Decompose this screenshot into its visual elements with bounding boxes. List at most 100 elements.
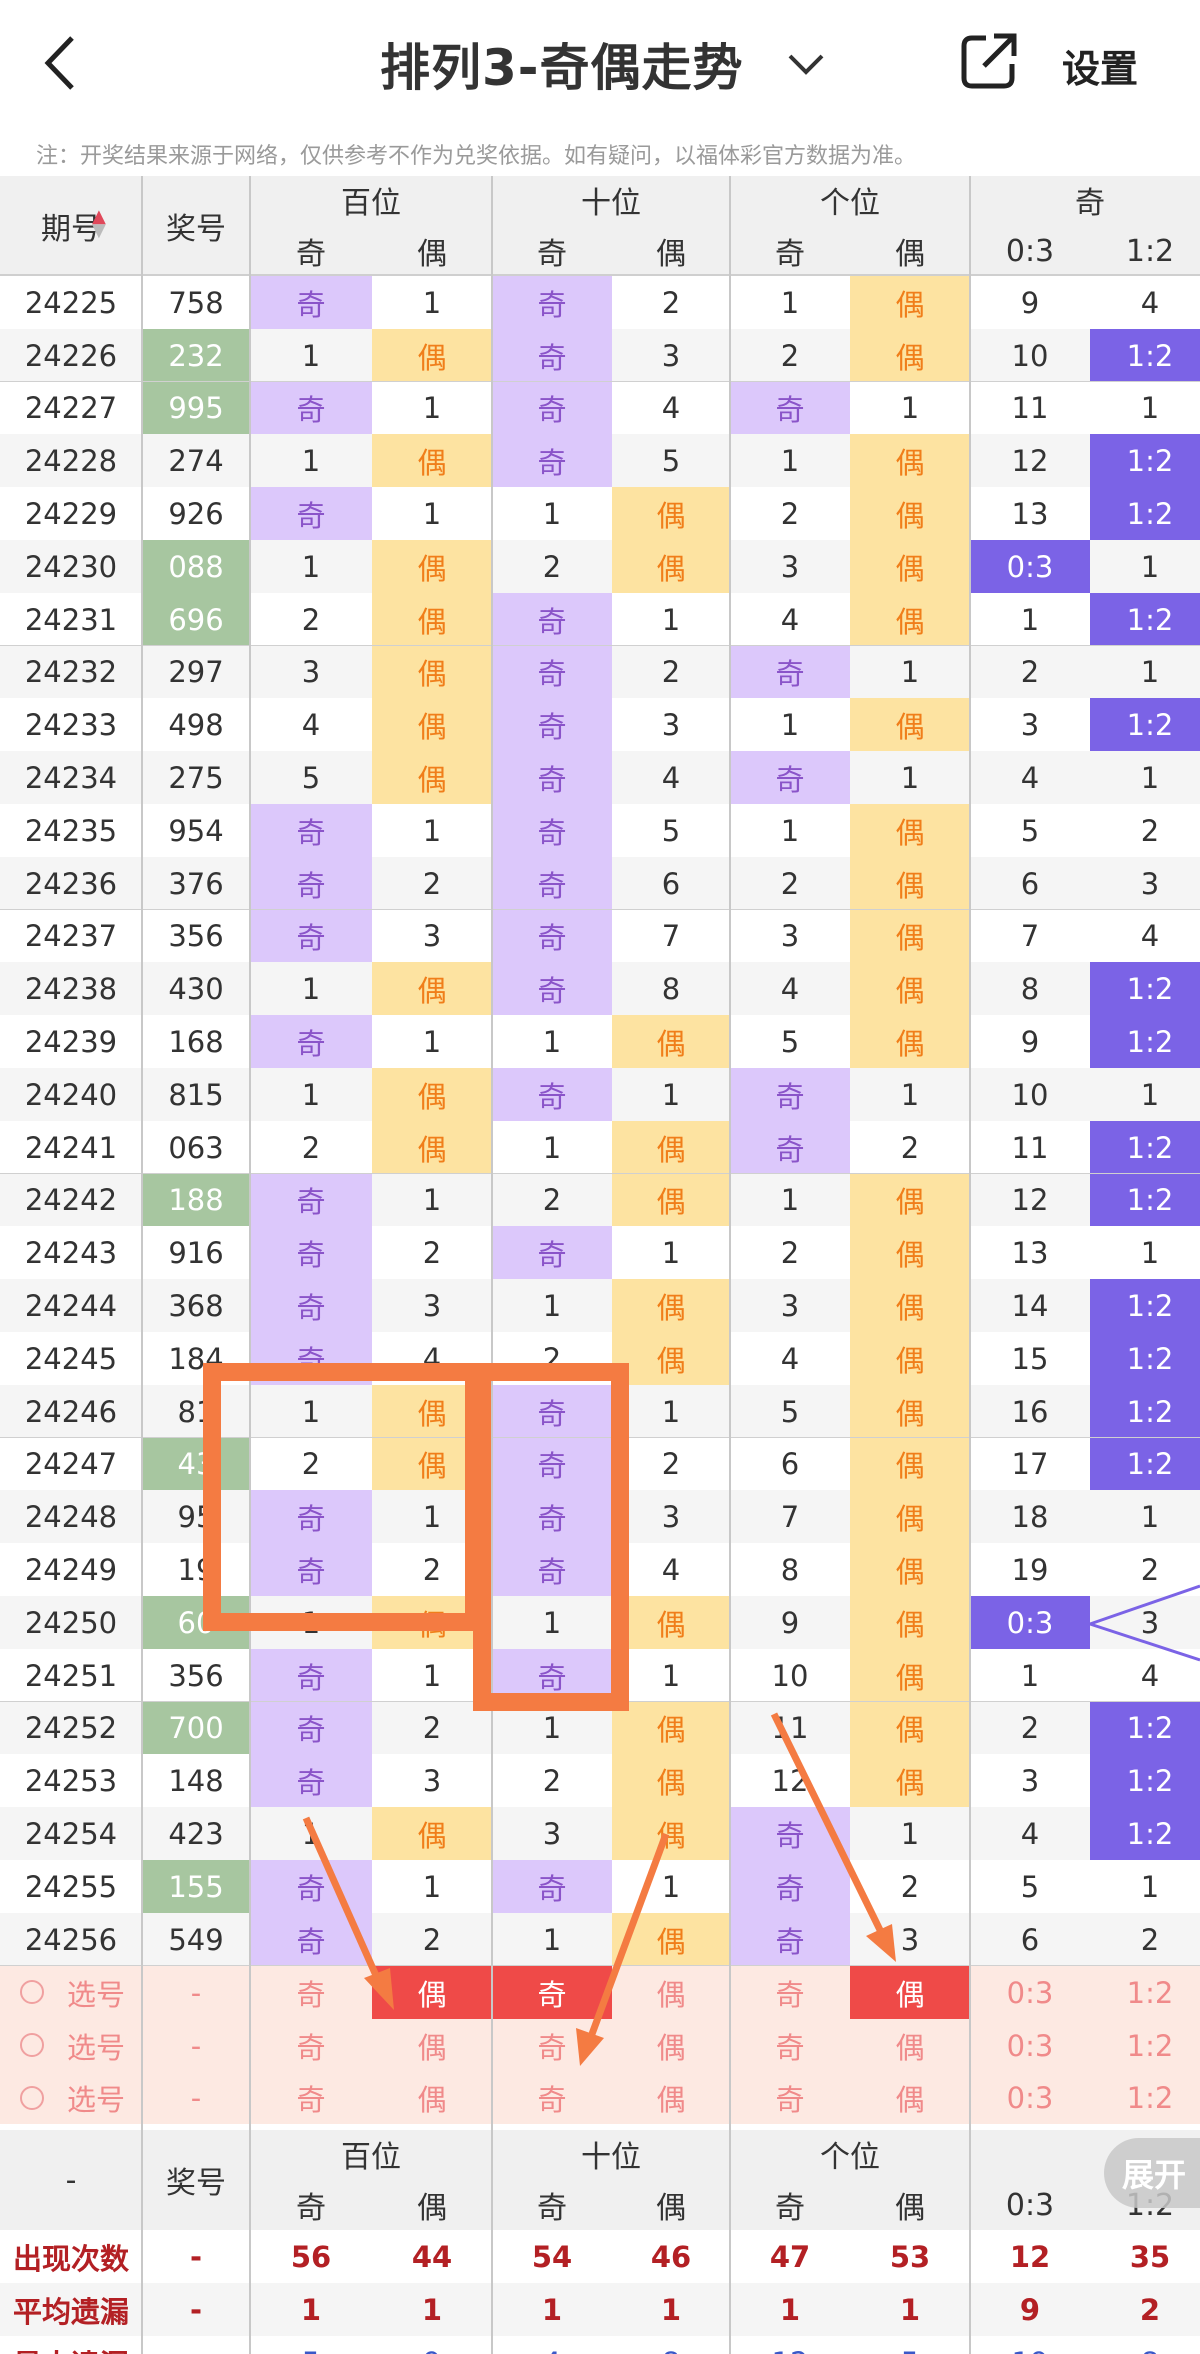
trend-cell: 奇 bbox=[492, 962, 612, 1015]
trend-cell: 3 bbox=[1020, 707, 1040, 742]
stats-value: 1 bbox=[899, 2292, 921, 2327]
select-option[interactable]: 偶 bbox=[850, 1966, 970, 2019]
sort-icon[interactable]: ▲ ▼ bbox=[92, 208, 106, 240]
footer-sub-header: 奇 bbox=[296, 2191, 326, 2226]
trend-cell: 5 bbox=[661, 813, 681, 848]
select-label[interactable]: 选号 bbox=[50, 1966, 142, 2019]
period-cell: 24226 bbox=[24, 338, 118, 373]
trend-cell: 奇 bbox=[250, 1702, 372, 1754]
select-option[interactable]: 奇 bbox=[730, 1966, 850, 2019]
trend-cell: 1 bbox=[1140, 391, 1160, 425]
select-option[interactable]: 1:2 bbox=[1090, 2072, 1200, 2124]
number-cell: 926 bbox=[168, 496, 224, 531]
select-option[interactable]: 偶 bbox=[372, 1966, 492, 2019]
trend-cell: 奇 bbox=[492, 1490, 612, 1543]
sub-header: 奇 bbox=[296, 237, 326, 272]
trend-cell: 1 bbox=[661, 1658, 681, 1693]
select-option[interactable]: 奇 bbox=[492, 1966, 612, 2019]
trend-cell: 2 bbox=[1140, 1552, 1160, 1587]
trend-cell: 偶 bbox=[850, 1279, 970, 1332]
back-arrow-icon[interactable] bbox=[36, 30, 86, 96]
trend-cell: 偶 bbox=[850, 1543, 970, 1596]
share-icon[interactable] bbox=[958, 30, 1020, 92]
trend-cell: 偶 bbox=[612, 487, 730, 540]
trend-cell: 偶 bbox=[850, 1702, 970, 1754]
trend-cell: 2 bbox=[780, 338, 800, 373]
select-radio[interactable] bbox=[20, 2086, 44, 2110]
period-cell: 24246 bbox=[24, 1394, 118, 1429]
select-option[interactable]: 1:2 bbox=[1090, 2019, 1200, 2072]
stats-value: 5 bbox=[250, 2336, 372, 2354]
select-radio[interactable] bbox=[20, 1980, 44, 2004]
trend-cell: 奇 bbox=[250, 1649, 372, 1702]
trend-cell: 偶 bbox=[372, 1807, 492, 1860]
trend-cell: 9 bbox=[1020, 1024, 1040, 1059]
trend-cell: 2 bbox=[900, 1130, 920, 1165]
expand-button[interactable]: 展开 bbox=[1104, 2138, 1200, 2208]
trend-cell: 偶 bbox=[372, 593, 492, 646]
trend-cell: 1 bbox=[900, 1816, 920, 1851]
trend-cell: 2 bbox=[1020, 655, 1040, 689]
stats-label: 最大遗漏 bbox=[0, 2336, 142, 2354]
trend-cell: 1 bbox=[1020, 1658, 1040, 1693]
select-option[interactable]: 0:3 bbox=[970, 2072, 1090, 2124]
trend-cell: 1 bbox=[301, 549, 321, 584]
select-label[interactable]: 选号 bbox=[50, 2072, 142, 2124]
select-option[interactable]: 偶 bbox=[850, 2072, 970, 2124]
select-option[interactable]: 奇 bbox=[250, 1966, 372, 2019]
trend-cell: 偶 bbox=[612, 1015, 730, 1068]
trend-cell: 1 bbox=[542, 1130, 562, 1165]
select-option[interactable]: 奇 bbox=[492, 2019, 612, 2072]
trend-cell: 奇 bbox=[492, 646, 612, 698]
trend-cell: 奇 bbox=[730, 1860, 850, 1913]
trend-cell: 偶 bbox=[850, 329, 970, 382]
select-option[interactable]: 奇 bbox=[730, 2019, 850, 2072]
select-option[interactable]: 偶 bbox=[612, 1966, 730, 2019]
page-title[interactable]: 排列3-奇偶走势 bbox=[380, 28, 744, 100]
trend-cell: 3 bbox=[661, 338, 681, 373]
footer-group-header: 十位 bbox=[581, 2140, 641, 2175]
trend-cell: 13 bbox=[1011, 1235, 1049, 1270]
trend-cell: 2 bbox=[422, 1552, 442, 1587]
trend-cell: 2 bbox=[422, 1922, 442, 1957]
select-option[interactable]: 偶 bbox=[850, 2019, 970, 2072]
footer-period-header: - bbox=[65, 2162, 77, 2198]
number-cell: 063 bbox=[168, 1130, 224, 1165]
select-option[interactable]: 偶 bbox=[612, 2072, 730, 2124]
select-option[interactable]: 0:3 bbox=[970, 2019, 1090, 2072]
trend-cell: 偶 bbox=[850, 1385, 970, 1438]
sub-header: 0:3 bbox=[1005, 233, 1055, 269]
select-option[interactable]: 偶 bbox=[612, 2019, 730, 2072]
chevron-down-icon[interactable] bbox=[786, 44, 826, 84]
sub-header: 偶 bbox=[895, 237, 925, 272]
trend-cell: 奇 bbox=[730, 1807, 850, 1860]
select-option[interactable]: 偶 bbox=[372, 2019, 492, 2072]
stats-value: 12 bbox=[1009, 2239, 1051, 2274]
trend-cell: 偶 bbox=[850, 487, 970, 540]
trend-cell: 奇 bbox=[492, 1438, 612, 1490]
trend-cell: 5 bbox=[780, 1394, 800, 1429]
select-option[interactable]: 奇 bbox=[492, 2072, 612, 2124]
select-option[interactable]: 奇 bbox=[730, 2072, 850, 2124]
trend-cell: 偶 bbox=[612, 1754, 730, 1807]
settings-button[interactable]: 设置 bbox=[1062, 38, 1138, 93]
trend-cell: 2 bbox=[780, 866, 800, 901]
trend-cell: 3 bbox=[780, 919, 800, 953]
trend-cell: 1 bbox=[661, 1235, 681, 1270]
select-radio[interactable] bbox=[20, 2033, 44, 2057]
trend-cell: 偶 bbox=[850, 1490, 970, 1543]
trend-cell: 5 bbox=[1020, 1869, 1040, 1904]
trend-cell: 1 bbox=[301, 338, 321, 373]
trend-cell: 1 bbox=[422, 496, 442, 531]
select-option[interactable]: 奇 bbox=[250, 2072, 372, 2124]
trend-cell: 奇 bbox=[492, 804, 612, 857]
select-label[interactable]: 选号 bbox=[50, 2019, 142, 2072]
select-option[interactable]: 偶 bbox=[372, 2072, 492, 2124]
select-option[interactable]: 0:3 bbox=[970, 1966, 1090, 2019]
stats-number: - bbox=[142, 2336, 250, 2354]
select-option[interactable]: 奇 bbox=[250, 2019, 372, 2072]
sub-header: 1:2 bbox=[1125, 233, 1175, 269]
number-cell: 995 bbox=[142, 382, 250, 434]
select-option[interactable]: 1:2 bbox=[1090, 1966, 1200, 2019]
period-column-header[interactable]: 期号 bbox=[0, 176, 142, 276]
